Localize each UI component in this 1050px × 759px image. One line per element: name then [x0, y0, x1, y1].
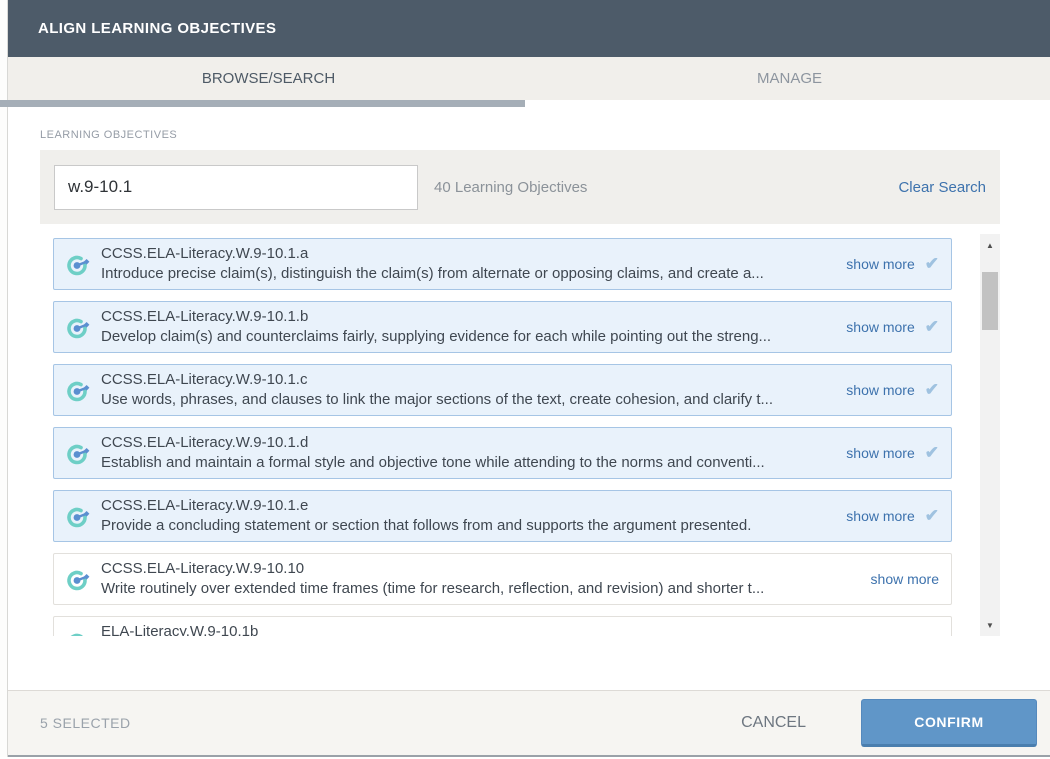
objective-row[interactable]: CCSS.ELA-Literacy.W.9-10.1.e Provide a c…: [53, 490, 952, 542]
objective-row[interactable]: CCSS.ELA-Literacy.W.9-10.1.b Develop cla…: [53, 301, 952, 353]
confirm-button[interactable]: CONFIRM: [861, 699, 1037, 747]
align-learning-objectives-dialog: ALIGN LEARNING OBJECTIVES BROWSE/SEARCH …: [8, 0, 1050, 757]
objective-description: Establish and maintain a formal style an…: [101, 453, 834, 473]
selected-check-icon: ✔: [925, 254, 939, 274]
objective-code: CCSS.ELA-Literacy.W.9-10.1.d: [101, 433, 834, 453]
target-node-icon: [64, 377, 91, 404]
objective-text: CCSS.ELA-Literacy.W.9-10.10 Write routin…: [101, 559, 859, 599]
tab-manage[interactable]: MANAGE: [529, 57, 1050, 100]
search-panel: 40 Learning Objectives Clear Search: [40, 150, 1000, 224]
objectives-list: CCSS.ELA-Literacy.W.9-10.1.a Introduce p…: [53, 234, 952, 636]
objective-row[interactable]: CCSS.ELA-Literacy.W.9-10.1.c Use words, …: [53, 364, 952, 416]
objective-text: CCSS.ELA-Literacy.W.9-10.1.a Introduce p…: [101, 244, 834, 284]
objective-row[interactable]: CCSS.ELA-Literacy.W.9-10.1.d Establish a…: [53, 427, 952, 479]
show-more-link[interactable]: show more: [846, 256, 914, 272]
objective-row[interactable]: ELA-Literacy.W.9-10.1b: [53, 616, 952, 636]
objective-row[interactable]: CCSS.ELA-Literacy.W.9-10.1.a Introduce p…: [53, 238, 952, 290]
dialog-title: ALIGN LEARNING OBJECTIVES: [38, 20, 276, 37]
selected-check-icon: ✔: [925, 506, 939, 526]
show-more-link[interactable]: show more: [871, 571, 939, 587]
objective-code: ELA-Literacy.W.9-10.1b: [101, 622, 939, 636]
target-node-icon: [64, 251, 91, 278]
target-node-icon: [64, 566, 91, 593]
objective-code: CCSS.ELA-Literacy.W.9-10.1.c: [101, 370, 834, 390]
objective-description: Use words, phrases, and clauses to link …: [101, 390, 834, 410]
tab-browse-search-label: BROWSE/SEARCH: [202, 70, 335, 87]
objective-code: CCSS.ELA-Literacy.W.9-10.1.e: [101, 496, 834, 516]
objective-code: CCSS.ELA-Literacy.W.9-10.1.a: [101, 244, 834, 264]
objective-description: Write routinely over extended time frame…: [101, 579, 859, 599]
objective-text: CCSS.ELA-Literacy.W.9-10.1.d Establish a…: [101, 433, 834, 473]
objective-row[interactable]: CCSS.ELA-Literacy.W.9-10.10 Write routin…: [53, 553, 952, 605]
objective-description: Develop claim(s) and counterclaims fairl…: [101, 327, 834, 347]
target-node-icon: [64, 440, 91, 467]
objective-code: CCSS.ELA-Literacy.W.9-10.10: [101, 559, 859, 579]
objective-code: CCSS.ELA-Literacy.W.9-10.1.b: [101, 307, 834, 327]
tab-manage-label: MANAGE: [757, 70, 822, 87]
clear-search-link[interactable]: Clear Search: [898, 179, 986, 196]
target-node-icon: [64, 314, 91, 341]
selected-check-icon: ✔: [925, 317, 939, 337]
dialog-body: LEARNING OBJECTIVES 40 Learning Objectiv…: [8, 107, 1050, 690]
results-count: 40 Learning Objectives: [434, 179, 898, 196]
objective-text: CCSS.ELA-Literacy.W.9-10.1.c Use words, …: [101, 370, 834, 410]
scroll-down-button[interactable]: ▼: [980, 614, 1000, 636]
selected-check-icon: ✔: [925, 443, 939, 463]
scrollbar-thumb[interactable]: [982, 272, 998, 330]
dialog-header: ALIGN LEARNING OBJECTIVES: [8, 0, 1050, 57]
tab-bar: BROWSE/SEARCH MANAGE: [8, 57, 1050, 100]
objective-description: Introduce precise claim(s), distinguish …: [101, 264, 834, 284]
objective-text: ELA-Literacy.W.9-10.1b: [101, 622, 939, 636]
target-node-icon: [64, 629, 91, 637]
scroll-up-button[interactable]: ▲: [980, 234, 1000, 256]
learning-objectives-label: LEARNING OBJECTIVES: [40, 129, 1000, 141]
cancel-button[interactable]: CANCEL: [741, 714, 806, 732]
scroll-up-icon: ▲: [986, 241, 994, 250]
selected-check-icon: ✔: [925, 380, 939, 400]
show-more-link[interactable]: show more: [846, 445, 914, 461]
scroll-down-icon: ▼: [986, 621, 994, 630]
objectives-list-wrapper: CCSS.ELA-Literacy.W.9-10.1.a Introduce p…: [53, 234, 1000, 636]
page-behind-sliver: [0, 0, 8, 757]
objective-text: CCSS.ELA-Literacy.W.9-10.1.e Provide a c…: [101, 496, 834, 536]
show-more-link[interactable]: show more: [846, 508, 914, 524]
active-tab-indicator: [0, 100, 525, 107]
search-input[interactable]: [54, 165, 418, 210]
show-more-link[interactable]: show more: [846, 382, 914, 398]
dialog-footer: 5 SELECTED CANCEL CONFIRM: [8, 690, 1050, 755]
objective-description: Provide a concluding statement or sectio…: [101, 516, 834, 536]
list-scrollbar[interactable]: ▲ ▼: [980, 234, 1000, 636]
target-node-icon: [64, 503, 91, 530]
tab-browse-search[interactable]: BROWSE/SEARCH: [8, 57, 529, 100]
selected-count: 5 SELECTED: [40, 715, 741, 731]
show-more-link[interactable]: show more: [846, 319, 914, 335]
objective-text: CCSS.ELA-Literacy.W.9-10.1.b Develop cla…: [101, 307, 834, 347]
